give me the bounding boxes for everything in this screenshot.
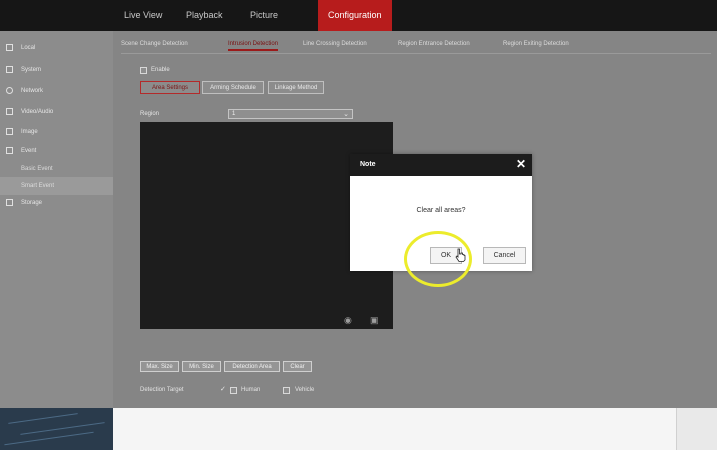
sidebar-item-label: Video/Audio [21, 109, 54, 115]
network-icon [6, 87, 13, 94]
sidebar-item-local[interactable]: Local [0, 39, 113, 57]
tab-region-entrance-detection[interactable]: Region Entrance Detection [398, 41, 470, 47]
settings-sidebar: Local System Network Video/Audio Image E… [0, 31, 113, 408]
clear-button[interactable]: Clear [283, 361, 312, 372]
region-select-value: 1 [232, 111, 236, 117]
detection-target-label: Detection Target [140, 387, 184, 393]
sidebar-item-video-audio[interactable]: Video/Audio [0, 103, 113, 121]
tab-scene-change-detection[interactable]: Scene Change Detection [121, 41, 188, 47]
min-size-button[interactable]: Min. Size [182, 361, 221, 372]
desktop-wallpaper [0, 408, 113, 450]
sidebar-item-label: Network [21, 88, 44, 94]
tab-divider [121, 53, 711, 54]
human-checkbox[interactable] [230, 387, 237, 394]
dialog-message: Clear all areas? [416, 207, 466, 214]
sidebar-item-system[interactable]: System [0, 61, 113, 79]
video-audio-icon [6, 108, 13, 115]
chevron-down-icon: ⌄ [343, 111, 349, 118]
nav-playback[interactable]: Playback [186, 0, 223, 31]
sidebar-item-label: Image [21, 129, 38, 135]
dialog-header: Note ✕ [350, 154, 532, 176]
region-select[interactable]: 1 ⌄ [228, 109, 353, 119]
sidebar-item-label: Smart Event [21, 183, 55, 189]
nav-picture[interactable]: Picture [250, 0, 278, 31]
snapshot-icon[interactable]: ▣ [370, 315, 379, 326]
dialog-title: Note [360, 161, 376, 168]
detection-area-button[interactable]: Detection Area [224, 361, 280, 372]
monitor-icon [6, 44, 13, 51]
tab-region-exiting-detection[interactable]: Region Exiting Detection [503, 41, 569, 47]
system-icon [6, 66, 13, 73]
sidebar-item-event[interactable]: Event [0, 142, 113, 160]
tab-line-crossing-detection[interactable]: Line Crossing Detection [303, 41, 367, 47]
close-icon[interactable]: ✕ [516, 157, 526, 171]
region-label: Region [140, 111, 160, 117]
top-navigation-bar: Live View Playback Picture Configuration [0, 0, 717, 31]
sidebar-item-label: System [21, 67, 42, 73]
vehicle-label: Vehicle [295, 387, 315, 393]
sidebar-item-network[interactable]: Network [0, 82, 113, 100]
enable-label: Enable [151, 67, 170, 73]
subtab-linkage-method[interactable]: Linkage Method [268, 81, 324, 94]
sidebar-item-label: Event [21, 148, 37, 154]
nav-live-view[interactable]: Live View [124, 0, 162, 31]
camera-icon[interactable]: ◉ [344, 315, 352, 326]
image-icon [6, 128, 13, 135]
sidebar-item-basic-event[interactable]: Basic Event [0, 160, 113, 178]
sidebar-item-storage[interactable]: Storage [0, 194, 113, 212]
nav-configuration[interactable]: Configuration [318, 0, 392, 31]
sidebar-item-smart-event[interactable]: Smart Event [0, 177, 113, 195]
cancel-button[interactable]: Cancel [483, 247, 526, 264]
sidebar-item-label: Local [21, 45, 36, 51]
sidebar-item-image[interactable]: Image [0, 123, 113, 141]
human-label: Human [241, 387, 261, 393]
vehicle-checkbox[interactable] [283, 387, 290, 394]
max-size-button[interactable]: Max. Size [140, 361, 179, 372]
subtab-area-settings[interactable]: Area Settings [140, 81, 200, 94]
scrollbar-area [676, 408, 717, 450]
sidebar-item-label: Basic Event [21, 166, 53, 172]
tab-intrusion-detection[interactable]: Intrusion Detection [228, 41, 279, 51]
sidebar-item-label: Storage [21, 200, 43, 206]
enable-checkbox[interactable] [140, 67, 147, 74]
subtab-arming-schedule[interactable]: Arming Schedule [202, 81, 264, 94]
event-icon [6, 147, 13, 154]
checkmark-icon: ✓ [220, 386, 226, 393]
storage-icon [6, 199, 13, 206]
hand-cursor-icon [455, 248, 466, 262]
